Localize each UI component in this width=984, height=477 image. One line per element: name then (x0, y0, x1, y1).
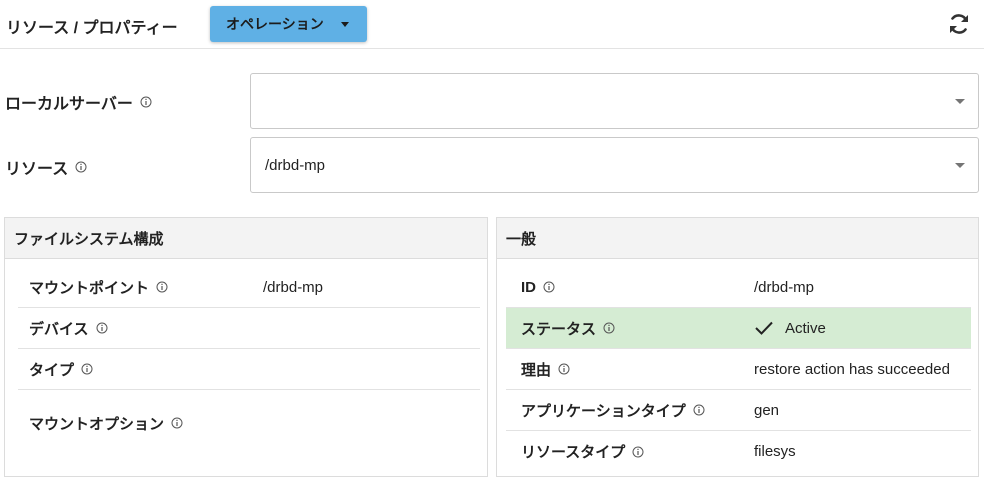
table-row: マウントポイント /drbd-mp (18, 267, 480, 308)
filesystem-panel-title: ファイルシステム構成 (5, 218, 487, 259)
info-icon[interactable] (171, 417, 183, 429)
table-row: ID /drbd-mp (506, 267, 971, 308)
row-label-text: アプリケーションタイプ (521, 402, 686, 420)
operations-button[interactable]: オペレーション (210, 6, 367, 42)
caret-down-icon (341, 22, 349, 27)
table-row: リソースタイプ filesys (506, 431, 971, 472)
resource-label-text: リソース (5, 161, 69, 178)
top-bar: リソース / プロパティー オペレーション (0, 0, 984, 49)
info-icon[interactable] (81, 363, 93, 375)
info-icon[interactable] (543, 281, 555, 293)
row-label-text: マウントオプション (29, 415, 165, 433)
resource-select[interactable]: /drbd-mp (250, 137, 979, 193)
status-row: ステータス Active (506, 308, 971, 349)
row-value: /drbd-mp (263, 278, 324, 296)
info-icon[interactable] (693, 404, 705, 416)
row-label: ステータス (521, 308, 615, 348)
row-label-text: ステータス (521, 320, 597, 338)
row-label: リソースタイプ (521, 431, 644, 472)
local-server-label-text: ローカルサーバー (5, 96, 133, 113)
local-server-select[interactable] (250, 73, 979, 129)
row-label: デバイス (29, 308, 108, 348)
info-icon[interactable] (96, 322, 108, 334)
general-panel: 一般 ID /drbd-mp ステータス Active 理由 restore a… (496, 217, 979, 477)
table-row: デバイス (18, 308, 480, 349)
resource-value: /drbd-mp (265, 156, 326, 174)
chevron-down-icon (955, 99, 965, 104)
row-label-text: マウントポイント (29, 279, 150, 297)
row-value: /drbd-mp (754, 278, 815, 296)
row-label-text: 理由 (521, 361, 552, 379)
general-panel-title: 一般 (497, 218, 978, 259)
row-label: アプリケーションタイプ (521, 390, 705, 430)
chevron-down-icon (955, 163, 965, 168)
row-label-text: デバイス (29, 320, 89, 338)
table-row: アプリケーションタイプ gen (506, 390, 971, 431)
refresh-icon[interactable] (947, 12, 971, 36)
status-text: Active (785, 319, 826, 337)
operations-button-label: オペレーション (226, 16, 324, 32)
table-row: タイプ (18, 349, 480, 390)
row-label-text: タイプ (29, 361, 75, 379)
info-icon[interactable] (603, 322, 615, 334)
table-row: マウントオプション (18, 390, 480, 456)
info-icon[interactable] (156, 281, 168, 293)
filesystem-panel: ファイルシステム構成 マウントポイント /drbd-mp デバイス タイプ マウ… (4, 217, 488, 477)
row-value: restore action has succeeded (754, 360, 950, 378)
row-label: ID (521, 267, 555, 307)
row-label-text: リソースタイプ (521, 444, 626, 461)
breadcrumb: リソース / プロパティー (6, 20, 178, 37)
info-icon[interactable] (75, 161, 87, 173)
local-server-label: ローカルサーバー (5, 90, 152, 114)
row-label: マウントオプション (29, 390, 183, 456)
info-icon[interactable] (140, 96, 152, 108)
table-row: 理由 restore action has succeeded (506, 349, 971, 390)
row-label: マウントポイント (29, 267, 168, 307)
info-icon[interactable] (632, 446, 644, 458)
checkmark-icon (755, 321, 773, 335)
resource-label: リソース (5, 155, 87, 179)
row-value: filesys (754, 443, 796, 460)
info-icon[interactable] (558, 363, 570, 375)
row-label-text: ID (521, 278, 536, 296)
row-label: 理由 (521, 349, 570, 389)
row-label: タイプ (29, 349, 93, 389)
row-value: gen (754, 401, 780, 419)
status-badge: Active (754, 308, 826, 348)
